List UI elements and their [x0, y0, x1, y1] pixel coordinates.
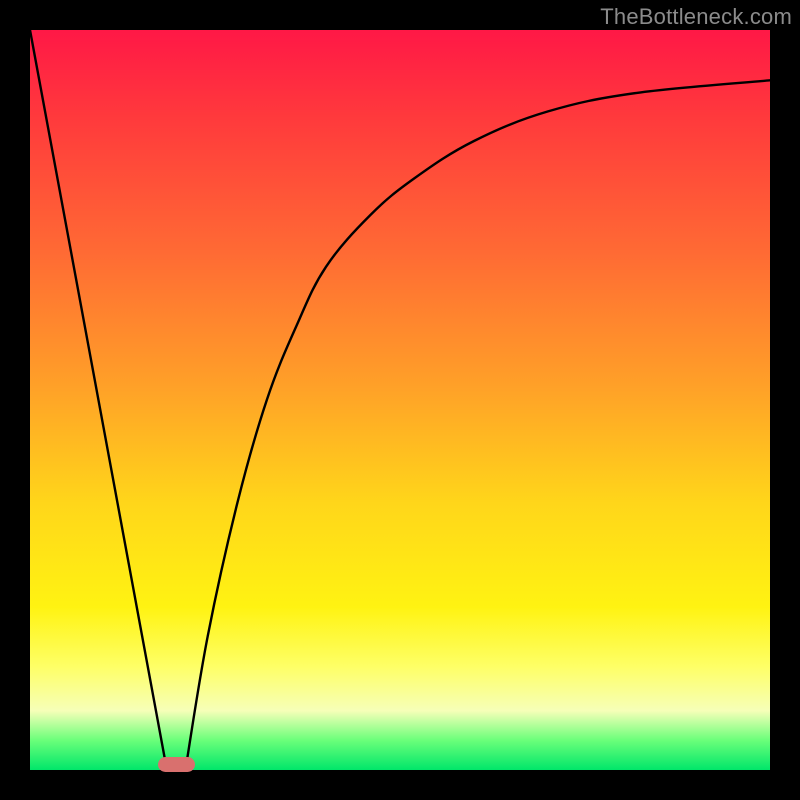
chart-frame: TheBottleneck.com	[0, 0, 800, 800]
plot-area	[30, 30, 770, 770]
series-left-branch	[30, 30, 167, 770]
chart-curves	[30, 30, 770, 770]
optimum-marker	[158, 757, 195, 772]
series-right-branch	[185, 80, 770, 770]
watermark-text: TheBottleneck.com	[600, 4, 792, 30]
